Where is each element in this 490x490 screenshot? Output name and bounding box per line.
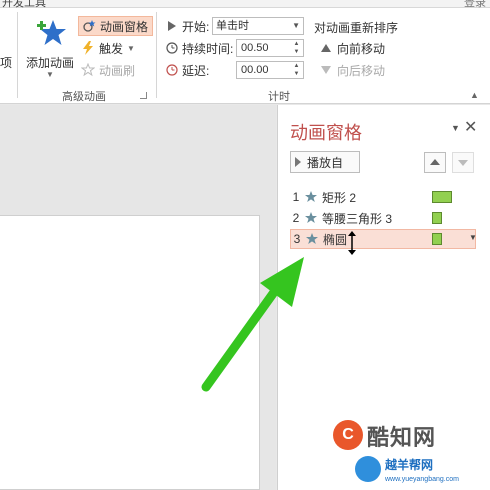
timeline-bar[interactable] <box>432 233 442 245</box>
animation-painter-label: 动画刷 <box>99 63 136 78</box>
star-icon <box>306 233 318 244</box>
item-number: 1 <box>292 190 300 204</box>
duration-value: 00.50 <box>241 42 269 54</box>
move-up-button[interactable] <box>424 152 446 173</box>
timeline-bar[interactable] <box>432 191 452 203</box>
chevron-down-icon: ▼ <box>127 43 135 53</box>
watermark-brand: 酷知网 <box>367 425 437 450</box>
add-animation-label: 添加动画 <box>25 56 74 70</box>
secondary-logo-icon <box>355 456 381 482</box>
item-number: 2 <box>292 211 300 225</box>
brand-logo-icon: C <box>333 420 363 450</box>
group-label-timing: 计时 <box>268 91 290 103</box>
group-label-advanced-animation: 高级动画 <box>62 91 106 103</box>
delay-value: 00.00 <box>241 64 269 76</box>
duration-spinner[interactable]: 00.50 ▲ ▼ <box>236 39 304 57</box>
animation-painter-button[interactable]: 动画刷 <box>80 60 135 80</box>
triangle-up-icon <box>318 40 334 56</box>
close-icon[interactable]: ✕ <box>464 117 477 137</box>
item-name: 椭圆 <box>323 232 348 247</box>
item-name: 矩形 2 <box>322 190 357 205</box>
start-row: 开始: <box>165 16 209 36</box>
tab-developer[interactable]: 开发工具 <box>2 0 46 10</box>
chevron-down-icon[interactable]: ▼ <box>469 233 477 242</box>
play-icon <box>295 157 301 167</box>
move-earlier-button[interactable]: 向前移动 <box>318 38 385 58</box>
start-select[interactable]: 单击时 ▼ <box>212 17 304 35</box>
item-number: 3 <box>293 232 301 246</box>
triangle-down-icon <box>318 62 334 78</box>
watermark-url: www.yueyangbang.com <box>385 476 459 483</box>
play-triangle-icon <box>165 19 179 33</box>
ribbon-tab-row: 开发工具 登录 <box>0 0 490 10</box>
lightning-icon <box>80 40 96 56</box>
move-earlier-label: 向前移动 <box>337 41 386 56</box>
ribbon-separator <box>17 12 18 98</box>
arrow-down-icon <box>458 160 468 166</box>
play-from-button[interactable]: 播放自 <box>290 151 360 173</box>
spinner-arrows-icon[interactable]: ▲ ▼ <box>292 40 301 56</box>
trigger-label: 触发 <box>99 41 124 56</box>
spinner-arrows-icon[interactable]: ▲ ▼ <box>292 62 301 78</box>
ribbon-separator <box>156 12 157 98</box>
pane-options-icon[interactable]: ▼ <box>451 123 460 133</box>
animation-item[interactable]: 2 等腰三角形 3 <box>290 208 476 228</box>
animation-item-selected[interactable]: 3 椭圆 ▼ <box>290 229 477 249</box>
star-icon <box>305 212 317 223</box>
chevron-down-icon: ▼ <box>46 70 54 79</box>
reorder-title: 对动画重新排序 <box>314 21 399 35</box>
resize-cursor-icon <box>348 231 356 255</box>
ribbon: 开发工具 登录 项 添加动画 ▼ 动画窗格 触发 ▼ 动画刷 高级动画 开始: … <box>0 0 490 104</box>
item-name: 等腰三角形 3 <box>322 211 393 226</box>
animation-pane-icon <box>81 18 97 34</box>
move-down-button[interactable] <box>452 152 474 173</box>
watermark-secondary: 越羊帮网 www.yueyangbang.com <box>355 456 490 490</box>
delay-row: 延迟: <box>165 60 209 80</box>
timeline-bar[interactable] <box>432 212 442 224</box>
start-label: 开始: <box>182 19 210 34</box>
watermark-brand2: 越羊帮网 <box>385 458 434 472</box>
play-from-label: 播放自 <box>307 155 344 170</box>
sign-in-link[interactable]: 登录 <box>464 0 486 10</box>
delay-spinner[interactable]: 00.00 ▲ ▼ <box>236 61 304 79</box>
animation-pane-button[interactable]: 动画窗格 <box>78 16 154 36</box>
move-later-button[interactable]: 向后移动 <box>318 60 385 80</box>
start-value: 单击时 <box>216 20 249 32</box>
add-animation-star-icon <box>37 20 66 45</box>
add-animation-button[interactable]: 添加动画 ▼ <box>22 14 78 84</box>
trigger-button[interactable]: 触发 ▼ <box>80 38 135 58</box>
clock-icon <box>165 41 179 55</box>
animation-pane-label: 动画窗格 <box>100 19 149 34</box>
delay-clock-icon <box>165 63 179 77</box>
partial-ribbon-label[interactable]: 项 <box>0 54 12 71</box>
animation-painter-icon <box>80 62 96 78</box>
collapse-ribbon-icon[interactable]: ▲ <box>470 90 479 100</box>
chevron-down-icon: ▼ <box>292 21 300 30</box>
annotation-arrow-icon <box>201 257 304 392</box>
dialog-launcher-icon[interactable] <box>140 92 147 99</box>
duration-label: 持续时间: <box>182 41 234 56</box>
delay-label: 延迟: <box>182 63 210 78</box>
move-later-label: 向后移动 <box>337 63 386 78</box>
animation-item[interactable]: 1 矩形 2 <box>290 187 476 207</box>
pane-title: 动画窗格 <box>290 123 362 143</box>
arrow-up-icon <box>430 159 440 165</box>
duration-row: 持续时间: <box>165 38 233 58</box>
star-icon <box>305 191 317 202</box>
